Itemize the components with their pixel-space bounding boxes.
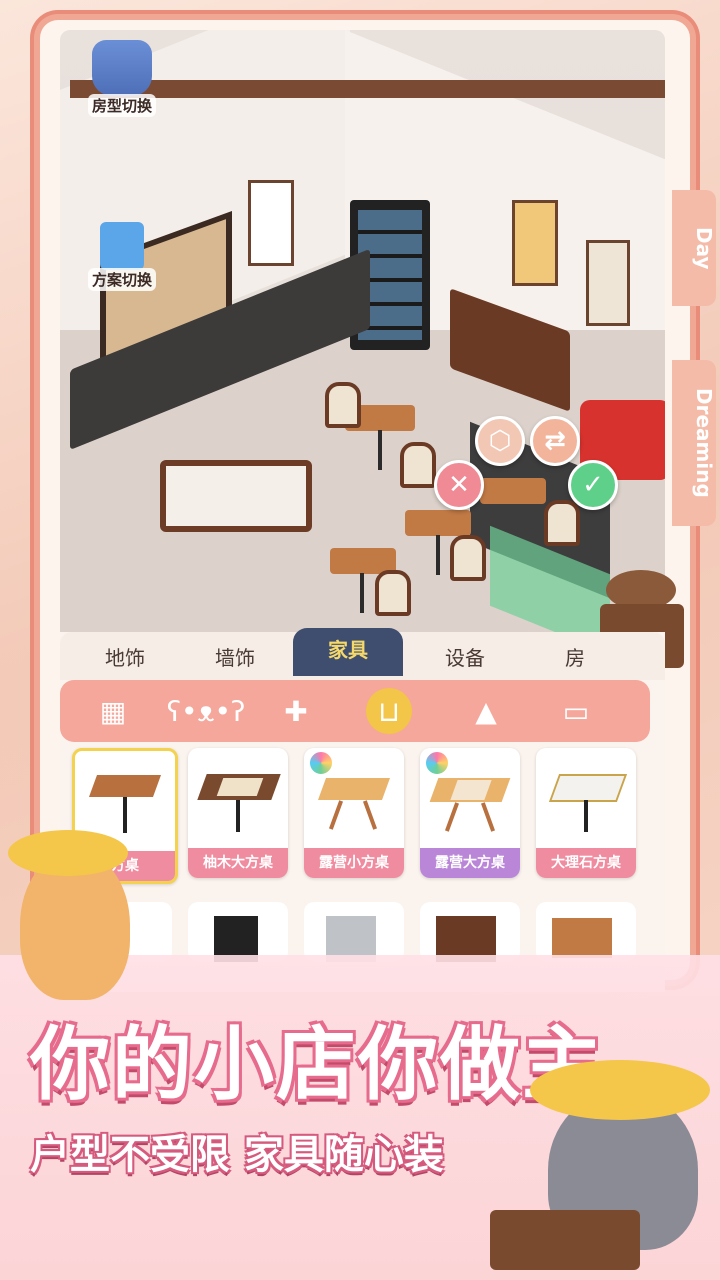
item-card-camp-large-table[interactable]: 露营大方桌: [420, 748, 520, 878]
promo-subline: 户型不受限 家具随心装: [30, 1132, 444, 1178]
tab-wall[interactable]: 墙饰: [180, 642, 290, 671]
dreaming-tab[interactable]: Dreaming: [672, 360, 716, 526]
tab-bar: 地饰 墙饰 家具 设备 房: [60, 628, 665, 680]
room-switch-label: 房型切换: [87, 94, 156, 117]
chair[interactable]: [325, 382, 361, 428]
item-card-camp-small-table[interactable]: 露营小方桌: [304, 748, 404, 878]
shop-scene[interactable]: [60, 30, 665, 640]
miner-hat-icon: [8, 830, 128, 876]
cat-poster: [512, 200, 558, 286]
item-card-marble-table[interactable]: 大理石方桌: [536, 748, 636, 878]
item-name: 露营小方桌: [304, 848, 404, 878]
item-card-teak-table[interactable]: 柚木大方桌: [188, 748, 288, 878]
house-icon: [92, 40, 152, 96]
flip-button[interactable]: ⇄: [530, 416, 580, 466]
rotate-button[interactable]: ⬡: [475, 416, 525, 466]
document-icon: [100, 222, 144, 270]
gamepad-icon[interactable]: ✚: [275, 690, 317, 732]
item-name: 柚木大方桌: [188, 848, 288, 878]
item-name: 露营大方桌: [420, 848, 520, 878]
grid-icon[interactable]: ▦: [92, 690, 134, 732]
workbench-decoration: [490, 1210, 640, 1270]
item-card-display[interactable]: [420, 902, 520, 962]
camp-small-table-thumb: [314, 758, 394, 838]
item-card-fridge[interactable]: [188, 902, 288, 962]
teak-table-thumb: [197, 758, 281, 838]
marble-table-thumb: [546, 758, 628, 838]
item-name: 大理石方桌: [536, 848, 636, 878]
camp-large-table-thumb: [429, 758, 511, 838]
table-leg: [436, 535, 440, 575]
miner-hat-icon: [530, 1060, 710, 1120]
category-bar: ▦ ʕ•ᴥ•ʔ ✚ ⊔ ▲ ▭: [60, 680, 650, 742]
item-card-shelf[interactable]: [536, 902, 636, 962]
promo-headline: 你的小店你做主: [30, 1018, 604, 1111]
cashier-counter[interactable]: [160, 460, 312, 532]
chair[interactable]: [400, 442, 436, 488]
rotate-icon: ⬡: [488, 426, 512, 456]
chair[interactable]: [375, 570, 411, 616]
armchair-icon[interactable]: ⊔: [366, 688, 412, 734]
table-3[interactable]: [480, 478, 546, 504]
table-2[interactable]: [405, 510, 471, 536]
chair[interactable]: [450, 535, 486, 581]
day-tab[interactable]: Day: [672, 190, 716, 306]
plan-switch-label: 方案切换: [87, 268, 156, 291]
tab-floor[interactable]: 地饰: [70, 642, 180, 671]
plan-switch-button[interactable]: 方案切换: [84, 222, 160, 291]
tree-poster: [586, 240, 630, 326]
tab-room[interactable]: 房: [520, 642, 630, 671]
square-table-thumb: [85, 761, 165, 841]
tab-equipment[interactable]: 设备: [410, 642, 520, 671]
room-switch-button[interactable]: 房型切换: [84, 40, 160, 117]
tv-icon[interactable]: ▭: [555, 690, 597, 732]
tab-furniture[interactable]: 家具: [293, 628, 403, 676]
lamp-icon[interactable]: ▲: [465, 690, 507, 732]
check-icon: ✓: [582, 470, 604, 500]
close-icon: ✕: [448, 470, 470, 500]
table-leg: [360, 573, 364, 613]
chair[interactable]: [544, 500, 580, 546]
bear-icon[interactable]: ʕ•ᴥ•ʔ: [167, 690, 246, 732]
cancel-button[interactable]: ✕: [434, 460, 484, 510]
item-card-steel-fridge[interactable]: [304, 902, 404, 962]
table-leg: [378, 430, 382, 470]
confirm-button[interactable]: ✓: [568, 460, 618, 510]
drink-poster: [248, 180, 294, 266]
flip-icon: ⇄: [544, 426, 566, 456]
